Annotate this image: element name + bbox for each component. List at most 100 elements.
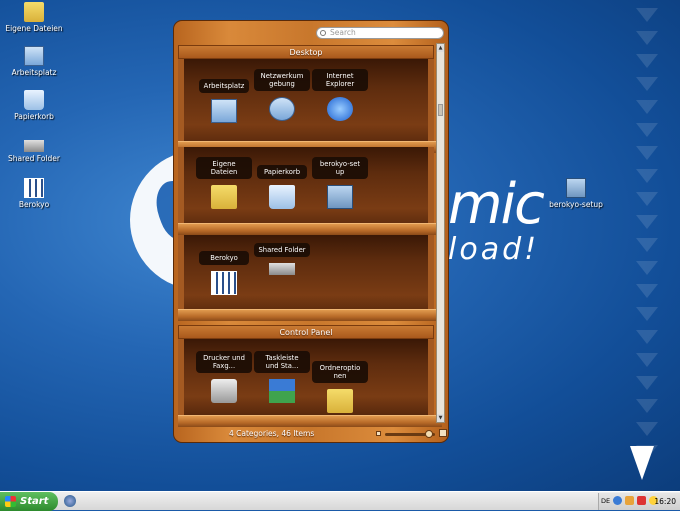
- computer-icon: [211, 99, 237, 123]
- item-label: Shared Folder: [254, 243, 310, 257]
- wallpaper-arrow-icon: [630, 446, 654, 480]
- shelf-row: Eigene Dateien Papierkorb berokyo-set up: [178, 147, 442, 235]
- item-label: berokyo-set up: [312, 157, 368, 179]
- shelf-item-netzwerkumgebung[interactable]: Netzwerkum gebung: [254, 69, 310, 121]
- zoom-slider[interactable]: [385, 430, 435, 438]
- category-title: Control Panel: [279, 328, 333, 337]
- desktop-icon-label: Arbeitsplatz: [11, 68, 57, 77]
- wallpaper-text-load: load!: [448, 232, 540, 267]
- item-label: Ordneroptio nen: [312, 361, 368, 383]
- wallpaper-chevron: [636, 169, 658, 183]
- setup-icon: [566, 178, 586, 198]
- shelf-plank: [178, 223, 442, 235]
- folder-options-icon: [327, 389, 353, 413]
- wallpaper-chevron: [636, 422, 658, 436]
- recycle-bin-icon: [269, 185, 295, 209]
- setup-icon: [327, 185, 353, 209]
- start-button[interactable]: Start: [0, 492, 58, 511]
- network-drive-icon: [24, 140, 44, 152]
- windows-logo-icon: [5, 496, 16, 507]
- wallpaper-chevron: [636, 8, 658, 22]
- zoom-out-icon[interactable]: [376, 431, 381, 436]
- category-header-desktop[interactable]: Desktop: [178, 45, 434, 59]
- wallpaper-chevron: [636, 100, 658, 114]
- wallpaper-chevron: [636, 54, 658, 68]
- wallpaper-text-mic: mic: [448, 172, 545, 237]
- internet-explorer-icon: [327, 97, 353, 121]
- desktop-icon-label: Shared Folder: [8, 154, 60, 163]
- shelf-row: Drucker und Faxg... Taskleiste und Sta..…: [178, 339, 442, 427]
- search-input[interactable]: Search: [316, 27, 444, 39]
- wallpaper-chevron: [636, 123, 658, 137]
- shelf-item-arbeitsplatz[interactable]: Arbeitsplatz: [196, 79, 252, 123]
- wallpaper-chevron: [636, 146, 658, 160]
- folder-icon: [211, 185, 237, 209]
- tray-icon-security[interactable]: [637, 496, 646, 505]
- start-label: Start: [20, 496, 49, 507]
- item-label: Netzwerkum gebung: [254, 69, 310, 91]
- status-text: 4 Categories, 46 Items: [229, 429, 315, 438]
- search-icon: [320, 30, 326, 36]
- tray-icon-network[interactable]: [613, 496, 622, 505]
- desktop-icon-arbeitsplatz[interactable]: Arbeitsplatz: [4, 46, 64, 77]
- computer-icon: [24, 46, 44, 66]
- wallpaper-chevron: [636, 261, 658, 275]
- item-label: Eigene Dateien: [196, 157, 252, 179]
- item-label: Arbeitsplatz: [199, 79, 249, 93]
- desktop-icon-shared-folder[interactable]: Shared Folder: [4, 134, 64, 163]
- shelf-item-ordneroptionen[interactable]: Ordneroptio nen: [312, 361, 368, 413]
- desktop-icon-label: Papierkorb: [14, 112, 54, 121]
- shelf-item-shared-folder[interactable]: Shared Folder: [254, 243, 310, 275]
- wallpaper-chevrons: [628, 0, 674, 470]
- wallpaper-chevron: [636, 31, 658, 45]
- desktop-icon-eigene-dateien[interactable]: Eigene Dateien: [4, 2, 64, 33]
- language-indicator[interactable]: DE: [601, 496, 610, 507]
- shelf-row: Arbeitsplatz Netzwerkum gebung Internet …: [178, 59, 442, 153]
- desktop-icon-label: Eigene Dateien: [5, 24, 63, 33]
- scroll-up-button[interactable]: ▲: [437, 44, 444, 52]
- shelf-item-eigene-dateien[interactable]: Eigene Dateien: [196, 157, 252, 209]
- berokyo-window: Search Desktop Arbeitsplatz Netzwerkum g…: [173, 20, 449, 443]
- wallpaper-chevron: [636, 77, 658, 91]
- wallpaper-chevron: [636, 307, 658, 321]
- scroll-down-button[interactable]: ▼: [437, 414, 444, 422]
- tray-icon-berokyo[interactable]: [625, 496, 634, 505]
- desktop-icon-berokyo-setup[interactable]: berokyo-setup: [546, 178, 606, 209]
- shelf-item-taskleiste-und-startmenue[interactable]: Taskleiste und Sta...: [254, 351, 310, 403]
- clock[interactable]: 16:20: [654, 496, 676, 507]
- scroll-thumb[interactable]: [438, 104, 443, 116]
- shelf-item-internet-explorer[interactable]: Internet Explorer: [312, 69, 368, 121]
- desktop-icon-berokyo[interactable]: Berokyo: [4, 178, 64, 209]
- folder-icon: [24, 2, 44, 22]
- desktop-icon-papierkorb[interactable]: Papierkorb: [4, 90, 64, 121]
- item-label: Berokyo: [199, 251, 249, 265]
- category-header-control-panel[interactable]: Control Panel: [178, 325, 434, 339]
- item-label: Taskleiste und Sta...: [254, 351, 310, 373]
- vertical-scrollbar[interactable]: ▲ ▼: [436, 43, 445, 423]
- shelf-item-berokyo-setup[interactable]: berokyo-set up: [312, 157, 368, 209]
- wallpaper-chevron: [636, 353, 658, 367]
- shelf-item-berokyo[interactable]: Berokyo: [196, 251, 252, 295]
- desktop: mic load! Eigene Dateien Arbeitsplatz Pa…: [0, 0, 680, 491]
- shelf-plank: [178, 415, 442, 427]
- wallpaper-chevron: [636, 238, 658, 252]
- desktop-icon-label: Berokyo: [18, 200, 50, 209]
- wallpaper-chevron: [636, 330, 658, 344]
- wallpaper-chevron: [636, 215, 658, 229]
- taskbar: Start DE 16:20: [0, 491, 680, 511]
- zoom-in-icon[interactable]: [439, 429, 447, 437]
- category-title: Desktop: [289, 48, 323, 57]
- network-icon: [269, 97, 295, 121]
- zoom-slider-knob[interactable]: [425, 430, 433, 438]
- berokyo-icon: [24, 178, 44, 198]
- wallpaper-chevron: [636, 399, 658, 413]
- shelf-item-drucker-und-faxgeraete[interactable]: Drucker und Faxg...: [196, 351, 252, 403]
- network-drive-icon: [269, 263, 295, 275]
- quicklaunch-internet-explorer-icon[interactable]: [64, 495, 76, 507]
- taskbar-icon: [269, 379, 295, 403]
- item-label: Internet Explorer: [312, 69, 368, 91]
- item-label: Papierkorb: [257, 165, 307, 179]
- wallpaper-chevron: [636, 284, 658, 298]
- shelf-item-papierkorb[interactable]: Papierkorb: [254, 165, 310, 209]
- shelf-row: Berokyo Shared Folder: [178, 235, 442, 321]
